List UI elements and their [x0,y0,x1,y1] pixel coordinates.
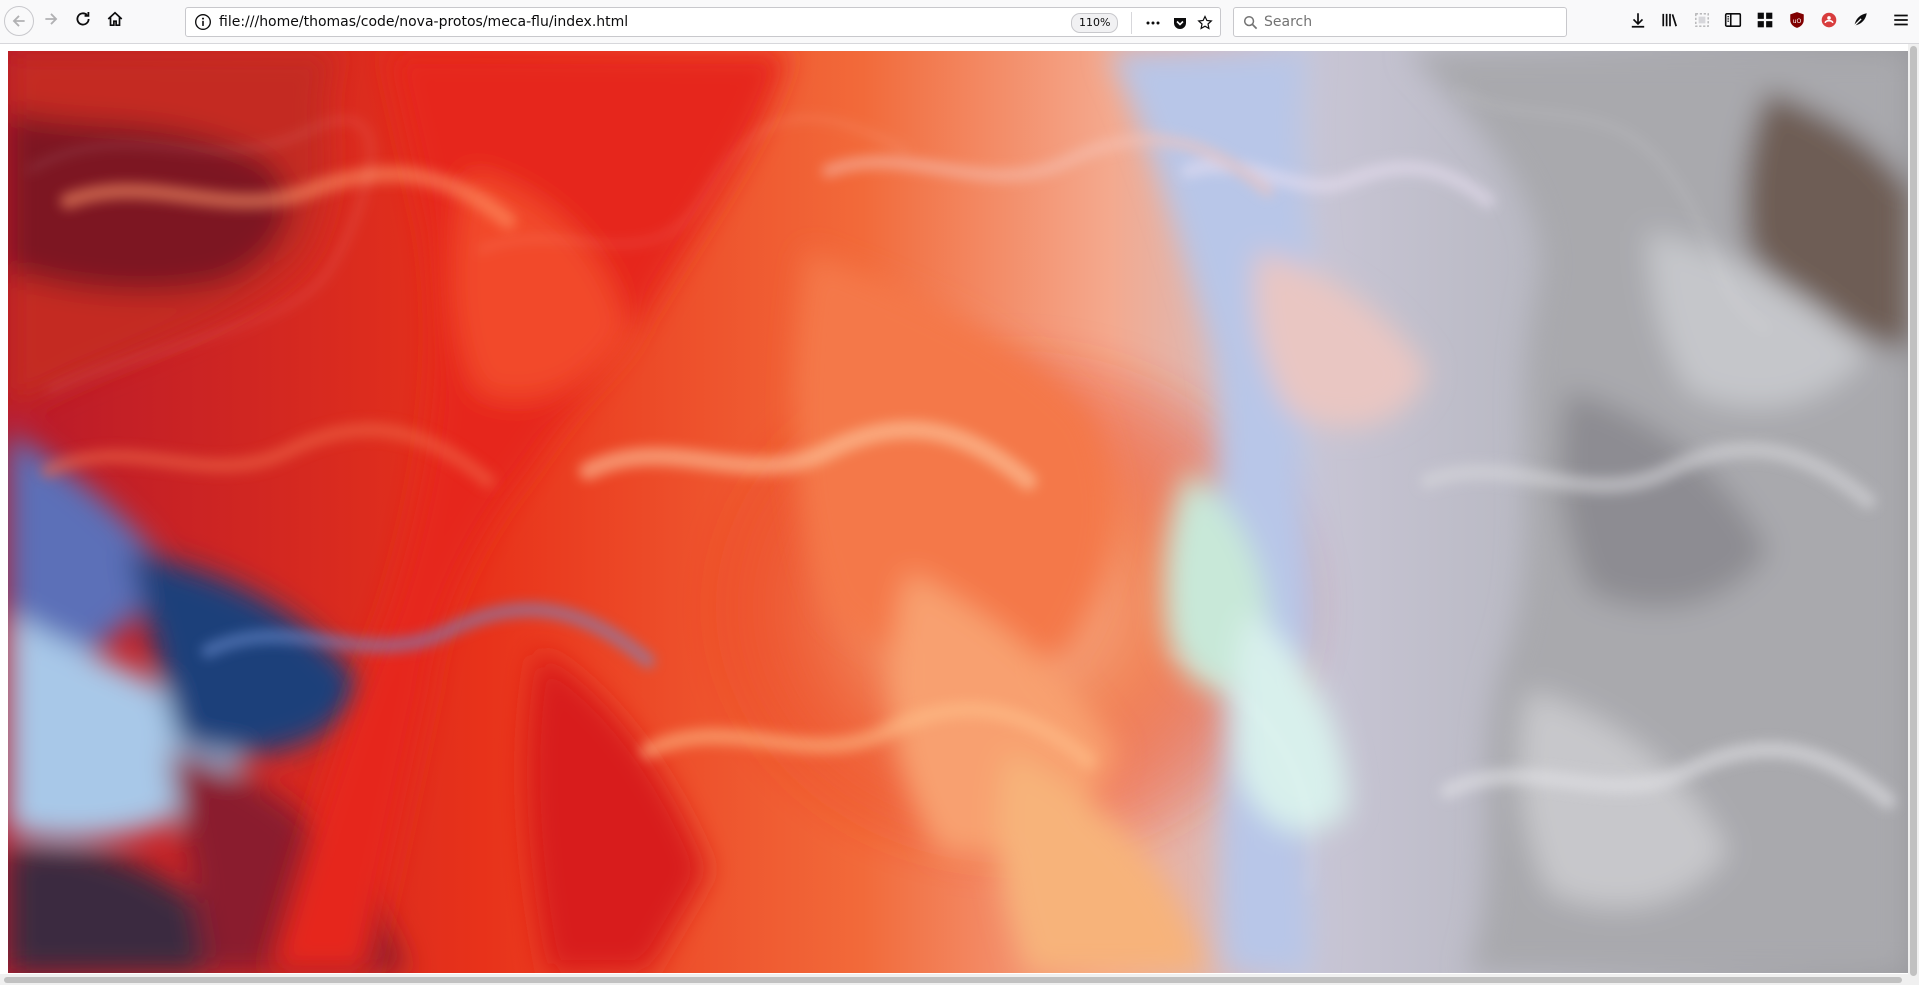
back-arrow-icon [4,6,34,36]
horizontal-scroll-thumb[interactable] [4,977,1902,983]
svg-text:uO: uO [1793,18,1802,25]
hamburger-menu-icon [1892,11,1910,33]
forward-arrow-icon [42,10,60,32]
containers-button[interactable] [1751,8,1779,36]
menu-button[interactable] [1887,8,1915,36]
fluid-artwork [8,51,1908,973]
search-input[interactable] [1264,12,1554,32]
home-icon [106,10,124,32]
ublock-icon: uO [1788,11,1806,33]
library-button[interactable] [1656,8,1684,36]
extension-red-button[interactable] [1815,8,1843,36]
horizontal-scrollbar[interactable] [0,974,1908,985]
library-icon [1661,11,1679,33]
back-button[interactable] [4,6,34,36]
pocket-icon[interactable] [1170,13,1190,33]
screenshot-button[interactable] [1688,8,1716,36]
url-bar[interactable]: file:///home/thomas/code/nova-protos/mec… [185,7,1221,37]
vertical-scroll-thumb[interactable] [1910,46,1917,976]
search-icon [1243,15,1258,30]
download-icon [1629,11,1647,33]
page-content [0,44,1919,985]
ublock-button[interactable]: uO [1783,8,1811,36]
star-icon[interactable] [1195,13,1215,33]
fluid-canvas[interactable] [8,51,1908,973]
sidebar-button[interactable] [1719,8,1747,36]
forward-button[interactable] [36,6,66,36]
reload-icon [74,10,92,32]
browser-toolbar: file:///home/thomas/code/nova-protos/mec… [0,0,1919,44]
extension-leaf-icon [1851,11,1869,33]
info-icon[interactable] [194,13,212,31]
grid-icon [1756,11,1774,33]
more-dots-icon[interactable] [1143,13,1163,33]
search-bar[interactable] [1233,7,1567,37]
downloads-button[interactable] [1624,8,1652,36]
vertical-scrollbar[interactable] [1908,44,1919,985]
sidebar-icon [1724,11,1742,33]
url-text[interactable]: file:///home/thomas/code/nova-protos/mec… [219,14,628,30]
zoom-indicator[interactable]: 110% [1071,13,1119,33]
urlbar-separator [1131,12,1132,34]
reload-button[interactable] [68,6,98,36]
screenshot-icon [1693,11,1711,33]
extension-dark-button[interactable] [1846,8,1874,36]
extension-icon [1820,11,1838,33]
home-button[interactable] [100,6,130,36]
